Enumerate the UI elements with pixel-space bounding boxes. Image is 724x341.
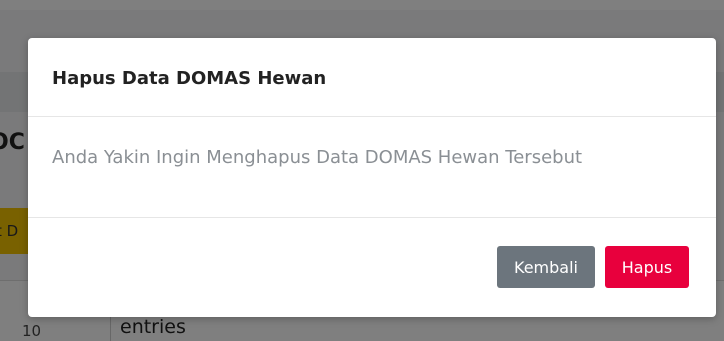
modal-message: Anda Yakin Ingin Menghapus Data DOMAS He… [52, 147, 583, 168]
page: OC t D 10 entries Hapus Data DOMAS Hewan… [0, 0, 724, 341]
modal-footer: Kembali Hapus [28, 218, 716, 317]
modal-title: Hapus Data DOMAS Hewan [52, 68, 327, 89]
delete-button[interactable]: Hapus [605, 246, 689, 288]
delete-confirmation-modal: Hapus Data DOMAS Hewan Anda Yakin Ingin … [28, 38, 716, 317]
back-button[interactable]: Kembali [497, 246, 595, 288]
modal-header: Hapus Data DOMAS Hewan [28, 38, 716, 117]
modal-body: Anda Yakin Ingin Menghapus Data DOMAS He… [28, 117, 716, 218]
